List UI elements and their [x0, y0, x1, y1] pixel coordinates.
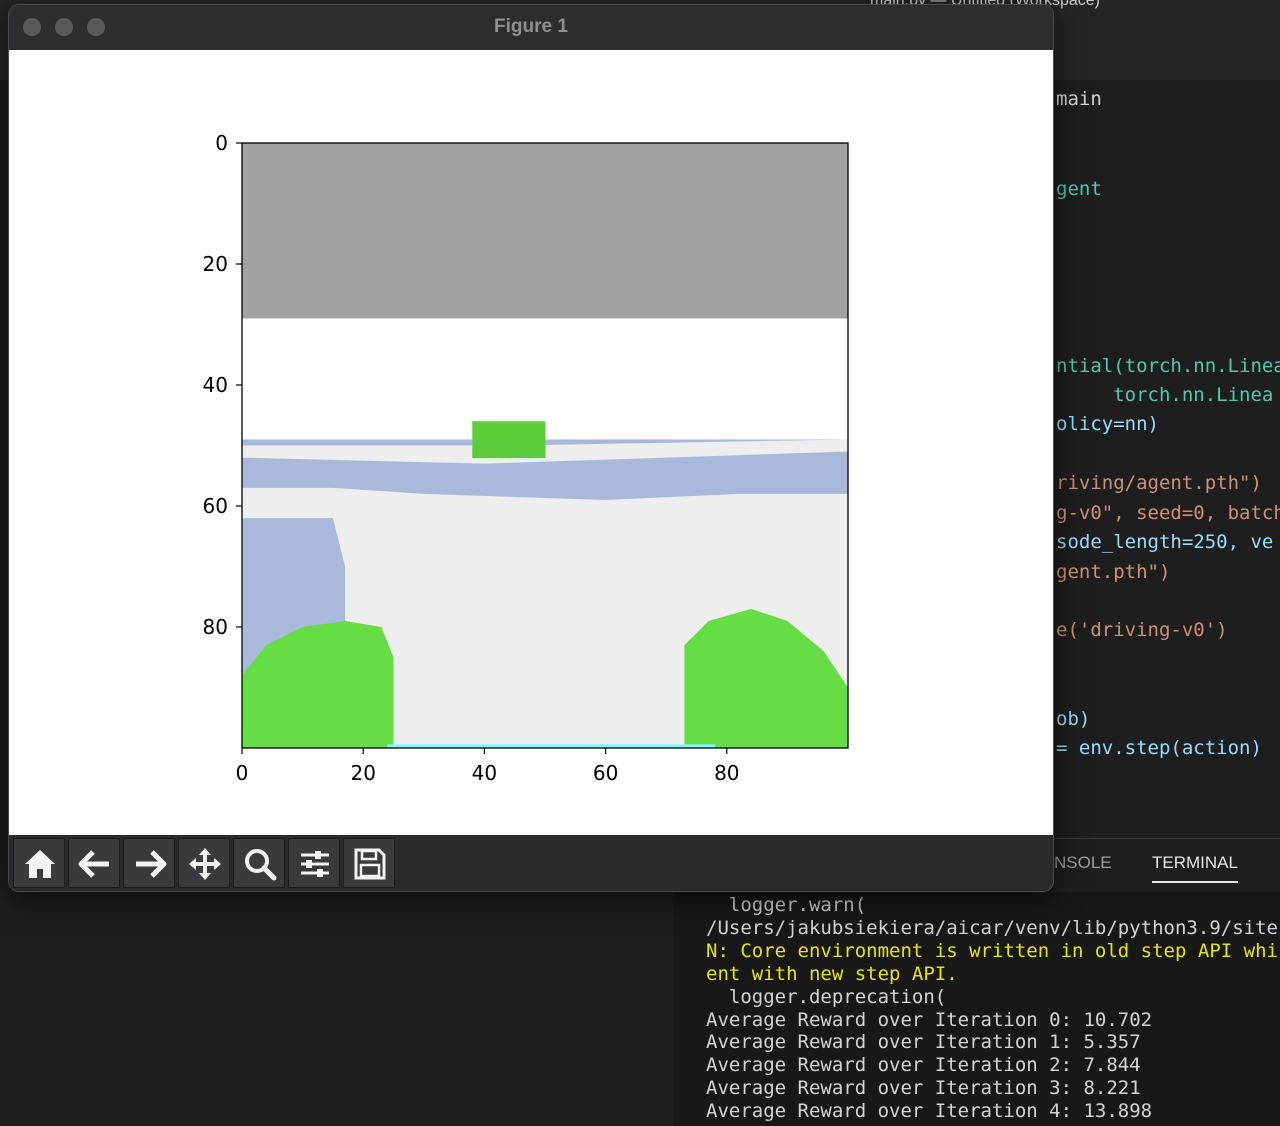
code-line: gent: [1056, 178, 1102, 200]
terminal-line: logger.warn(: [706, 894, 867, 916]
back-arrow-icon: [78, 850, 109, 878]
code-line: ntial(torch.nn.Linea: [1056, 355, 1280, 377]
tab-terminal[interactable]: TERMINAL: [1152, 853, 1238, 883]
terminal-line: Average Reward over Iteration 1: 5.357: [706, 1031, 1141, 1054]
terminal-line: Average Reward over Iteration 0: 10.702: [706, 1008, 1153, 1031]
terminal-line: N: Core environment is written in old st…: [706, 939, 1278, 962]
terminal-line: Average Reward over Iteration 2: 7.844: [706, 1054, 1141, 1077]
imshow-plot[interactable]: 0 20 40 60 80 0 20 40 60 80: [9, 50, 1054, 835]
forward-button[interactable]: [123, 838, 175, 888]
x-tick-label: 40: [472, 761, 497, 785]
code-line: sode_length=250, ve: [1056, 531, 1274, 553]
terminal-line: logger.deprecation(: [706, 985, 947, 1008]
x-tick-label: 60: [593, 761, 618, 785]
window-titlebar[interactable]: Figure 1: [9, 5, 1053, 49]
y-tick-label: 80: [203, 615, 228, 639]
code-line: e('driving-v0'): [1056, 619, 1228, 641]
configure-subplots-button[interactable]: [288, 838, 340, 888]
code-line: gent.pth"): [1056, 561, 1171, 583]
zoom-magnifier-icon: [245, 849, 277, 881]
save-figure-button[interactable]: [343, 838, 395, 888]
code-line: g-v0", seed=0, batch: [1056, 502, 1280, 524]
pan-button[interactable]: [178, 838, 230, 888]
terminal-line: Average Reward over Iteration 3: 8.221: [706, 1077, 1141, 1100]
save-floppy-icon: [354, 848, 386, 880]
y-tick-label: 60: [203, 494, 228, 518]
x-tick-label: 0: [236, 761, 249, 785]
configure-subplots-icon: [301, 851, 329, 877]
y-tick-label: 40: [203, 373, 228, 397]
code-line: olicy=nn): [1056, 413, 1159, 435]
zoom-button[interactable]: [233, 838, 285, 888]
code-line: ob): [1056, 708, 1091, 730]
terminal-output[interactable]: logger.warn(/Users/jakubsiekiera/aicar/v…: [674, 892, 1280, 1126]
back-button[interactable]: [68, 838, 120, 888]
forward-arrow-icon: [136, 850, 167, 878]
terminal-line: Average Reward over Iteration 4: 13.898: [706, 1100, 1153, 1123]
car-sprite: [472, 421, 546, 459]
pan-move-icon: [189, 848, 221, 880]
sky-region: [242, 143, 849, 319]
y-tick-label: 0: [215, 131, 228, 155]
code-line: riving/agent.pth"): [1056, 472, 1262, 494]
x-tick-label: 80: [714, 761, 739, 785]
rendered-frame-image: [242, 143, 849, 749]
plot-canvas[interactable]: 0 20 40 60 80 0 20 40 60 80: [9, 50, 1054, 835]
code-line: torch.nn.Linea: [1056, 384, 1274, 406]
terminal-line: ent with new step API.: [706, 962, 958, 985]
code-line: main: [1056, 88, 1102, 110]
navigation-toolbar: [9, 835, 1053, 891]
y-tick-label: 20: [203, 252, 228, 276]
home-icon: [25, 850, 55, 878]
tab-debug-console[interactable]: NSOLE: [1054, 853, 1112, 873]
home-button[interactable]: [13, 838, 65, 888]
x-tick-label: 20: [350, 761, 375, 785]
panel-tab-bar: NSOLE TERMINAL: [1030, 838, 1280, 891]
figure-window[interactable]: Figure 1 0 20 40 60 80 0 20 40 60 80: [8, 4, 1054, 892]
terminal-line: /Users/jakubsiekiera/aicar/venv/lib/pyth…: [706, 916, 1278, 939]
code-line: = env.step(action): [1056, 737, 1262, 759]
figure-title: Figure 1: [494, 16, 568, 37]
